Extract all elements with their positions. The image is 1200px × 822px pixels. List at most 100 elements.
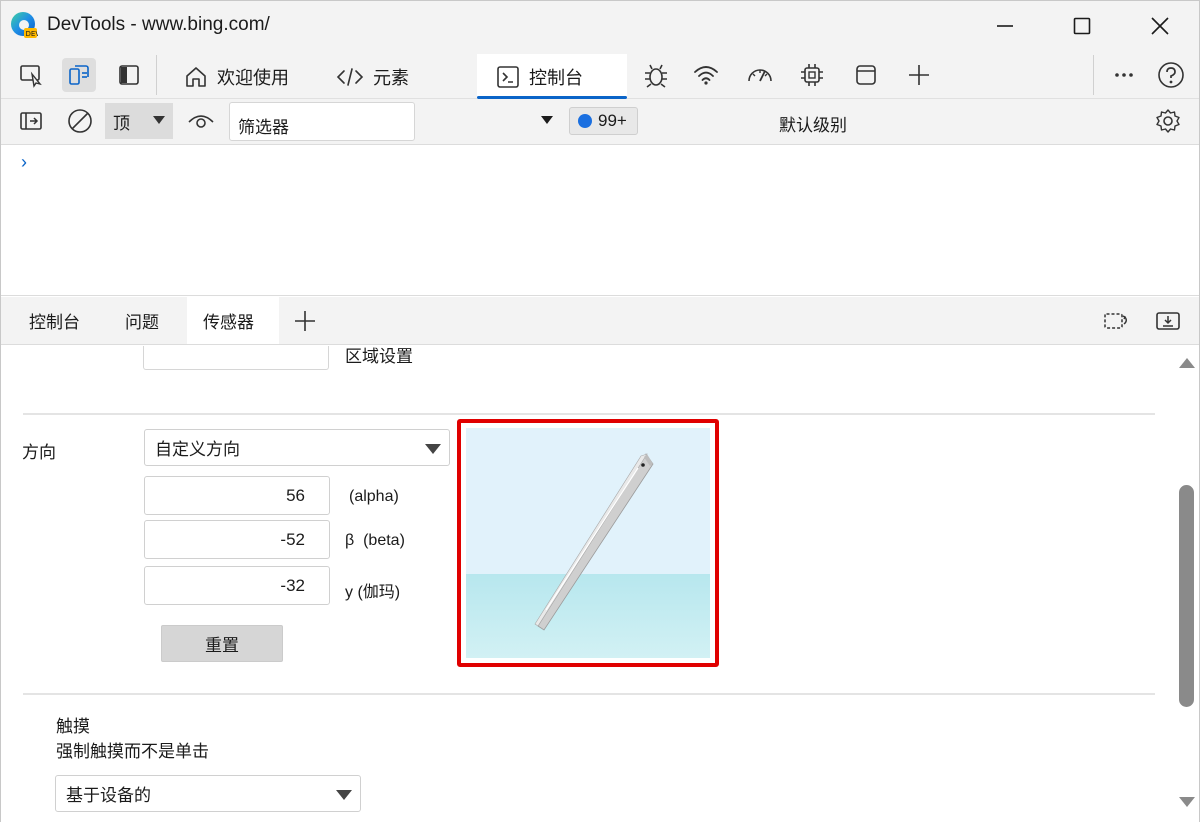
devtools-window: DEV DevTools - www.bing.com/ 欢迎使用 元素 控制台…: [0, 0, 1200, 822]
clear-icon: [68, 109, 92, 133]
drawer-tab-issues-label: 问题: [125, 313, 159, 332]
dock-to-top-icon: [1104, 313, 1127, 329]
eye-icon: [188, 115, 214, 128]
orientation-select[interactable]: 自定义方向: [144, 429, 450, 466]
touch-select-value: 基于设备的: [66, 786, 151, 805]
section-divider: [23, 693, 1155, 695]
home-icon: [186, 66, 206, 87]
close-icon: [1151, 17, 1169, 35]
svg-text:DEV: DEV: [26, 30, 39, 38]
memory-tool-button[interactable]: [795, 58, 829, 92]
tab-console[interactable]: 控制台: [477, 54, 627, 99]
scroll-up-icon[interactable]: [1179, 358, 1195, 368]
filter-input[interactable]: 筛选器: [229, 102, 415, 141]
messages-count-button[interactable]: 99+: [569, 107, 638, 135]
application-tool-button[interactable]: [849, 58, 883, 92]
add-icon: [295, 311, 315, 331]
maximize-button[interactable]: [1062, 9, 1102, 43]
gamma-label: y (伽玛): [345, 584, 401, 601]
console-icon: [497, 65, 519, 88]
application-icon: [856, 65, 876, 85]
network-tool-button[interactable]: [689, 58, 723, 92]
touch-title: 触摸: [56, 717, 90, 736]
orientation-preview[interactable]: [466, 428, 710, 658]
window-title: DevTools - www.bing.com/: [47, 14, 270, 35]
drawer-tab-console[interactable]: 控制台: [13, 297, 96, 344]
show-console-sidebar-button[interactable]: [14, 104, 48, 138]
tab-welcome-label: 欢迎使用: [217, 67, 289, 88]
sources-tool-button[interactable]: [639, 58, 673, 92]
alpha-value: 56: [286, 485, 305, 505]
orientation-label: 方向: [22, 443, 56, 462]
reset-orientation-label: 重置: [205, 636, 239, 655]
inspect-element-button[interactable]: [14, 58, 48, 92]
help-icon: [1158, 62, 1184, 88]
tab-console-label: 控制台: [529, 67, 583, 88]
log-levels-dropdown[interactable]: 默认级别: [779, 111, 847, 136]
gamma-value: -32: [280, 575, 305, 595]
wifi-icon: [694, 66, 718, 85]
drawer-tabbar: 控制台 问题 传感器: [1, 297, 1199, 345]
code-icon: [336, 67, 364, 86]
console-prompt[interactable]: ›: [21, 152, 27, 173]
reset-orientation-button[interactable]: 重置: [161, 625, 283, 662]
beta-input[interactable]: -52: [144, 520, 330, 559]
drawer-tab-issues[interactable]: 问题: [109, 297, 175, 344]
chevron-down-icon: [336, 789, 352, 800]
console-output[interactable]: ›: [1, 146, 1199, 296]
console-settings-button[interactable]: [1151, 104, 1185, 138]
phone-model-icon: [534, 453, 654, 631]
live-expression-button[interactable]: [184, 104, 218, 138]
drawer-tab-sensors-label: 传感器: [203, 313, 254, 332]
tab-elements[interactable]: 元素: [321, 54, 423, 99]
drawer-add-tool-button[interactable]: [288, 304, 322, 338]
bug-icon: [645, 64, 667, 88]
move-to-top-button[interactable]: [1099, 304, 1133, 338]
maximize-icon: [1073, 17, 1091, 35]
filter-dropdown-icon[interactable]: [541, 116, 553, 124]
close-drawer-button[interactable]: [1151, 304, 1185, 338]
minimize-button[interactable]: [985, 9, 1025, 43]
add-icon: [909, 65, 929, 85]
minimize-icon: [997, 25, 1013, 27]
more-tools-button[interactable]: [902, 58, 936, 92]
console-sidebar-icon: [20, 112, 42, 130]
main-toolbar: 欢迎使用 元素 控制台: [1, 51, 1199, 99]
chevron-down-icon: [153, 116, 165, 124]
toggle-sidebar-button[interactable]: [112, 58, 146, 92]
more-options-icon: [1115, 73, 1133, 77]
beta-value: -52: [280, 529, 305, 549]
orientation-select-value: 自定义方向: [155, 440, 240, 459]
filter-input-placeholder: 筛选器: [238, 118, 289, 137]
orientation-preview-highlight: [457, 419, 719, 667]
alpha-input[interactable]: 56: [144, 476, 330, 515]
edge-dev-logo-icon: DEV: [11, 12, 39, 38]
scroll-down-icon[interactable]: [1179, 797, 1195, 807]
sensors-panel: 区域设置 方向 自定义方向 56 (alpha) -52 β (beta) -3…: [1, 346, 1199, 822]
close-drawer-icon: [1156, 312, 1180, 330]
panel-scrollbar[interactable]: [1173, 346, 1199, 822]
clear-console-button[interactable]: [63, 104, 97, 138]
console-toolbar: 顶 筛选器 99+ 默认级别: [1, 99, 1199, 145]
locale-input[interactable]: [143, 346, 329, 370]
help-button[interactable]: [1154, 58, 1188, 92]
section-divider: [23, 413, 1155, 415]
scroll-thumb[interactable]: [1179, 485, 1194, 707]
customize-menu-button[interactable]: [1107, 58, 1141, 92]
message-icon: [578, 114, 592, 128]
touch-select[interactable]: 基于设备的: [55, 775, 361, 812]
message-count: 99+: [598, 111, 627, 130]
context-select[interactable]: 顶: [105, 103, 173, 139]
alpha-label: (alpha): [349, 488, 399, 505]
cpu-icon: [801, 64, 823, 86]
tab-welcome[interactable]: 欢迎使用: [169, 54, 303, 99]
performance-icon: [748, 69, 772, 82]
performance-tool-button[interactable]: [743, 58, 777, 92]
gamma-input[interactable]: -32: [144, 566, 330, 605]
locale-label: 区域设置: [345, 347, 413, 366]
context-select-value: 顶: [113, 113, 130, 133]
close-window-button[interactable]: [1140, 9, 1180, 43]
drawer-tab-sensors[interactable]: 传感器: [187, 297, 279, 344]
title-bar: DEV DevTools - www.bing.com/: [1, 1, 1199, 51]
device-emulation-button[interactable]: [62, 58, 96, 92]
